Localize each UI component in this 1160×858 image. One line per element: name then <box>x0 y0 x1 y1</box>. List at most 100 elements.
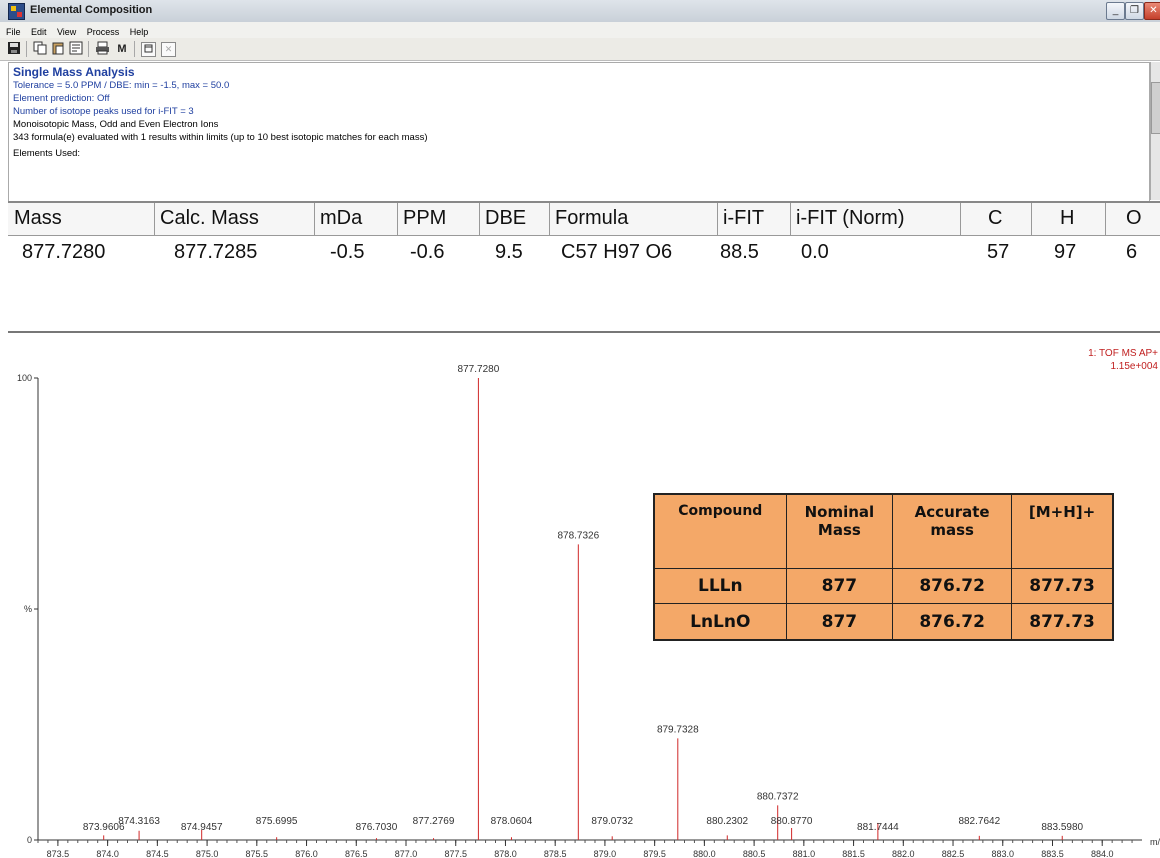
col-header-o[interactable]: O <box>1126 207 1142 230</box>
col-header-calc-mass[interactable]: Calc. Mass <box>160 207 259 230</box>
results-table: Mass Calc. Mass mDa PPM DBE Formula i-FI… <box>8 201 1160 333</box>
restore-button[interactable]: ❐ <box>1125 2 1144 20</box>
close-button[interactable]: ✕ <box>1144 2 1160 20</box>
cell-formula[interactable]: C57 H97 O6 <box>561 241 672 264</box>
menu-file[interactable]: File <box>6 27 21 37</box>
cell-ppm[interactable]: -0.6 <box>410 241 444 264</box>
peak-label: 879.0732 <box>591 816 633 827</box>
elements-used-line: Elements Used: <box>13 148 81 159</box>
x-tick-label: 884.0 <box>1091 849 1114 858</box>
y-tick-label: % <box>24 604 32 614</box>
x-tick-label: 874.5 <box>146 849 169 858</box>
menu-process[interactable]: Process <box>87 27 120 37</box>
x-tick-label: 875.0 <box>196 849 219 858</box>
mass-icon[interactable]: M <box>114 41 130 57</box>
nominal-mass-header: Nominal Mass <box>785 493 894 569</box>
x-tick-label: 881.5 <box>842 849 865 858</box>
y-tick-label: 0 <box>27 835 32 845</box>
peak-label: 880.2302 <box>706 816 748 827</box>
menu-help[interactable]: Help <box>130 27 149 37</box>
save-icon[interactable] <box>6 41 22 57</box>
window-icon[interactable] <box>141 42 156 57</box>
peak-label: 881.7444 <box>857 822 899 833</box>
x-tick-label: 880.5 <box>743 849 766 858</box>
nominal-mass: 877 <box>785 603 894 641</box>
cell-mass[interactable]: 877.7280 <box>22 241 105 264</box>
peak-label: 878.7326 <box>557 530 599 541</box>
app-icon <box>8 3 25 20</box>
x-tick-label: 881.0 <box>793 849 816 858</box>
col-header-ifit[interactable]: i-FIT <box>723 207 764 230</box>
peak-label: 877.7280 <box>458 364 500 375</box>
col-header-ifit-norm[interactable]: i-FIT (Norm) <box>796 207 905 230</box>
col-header-h[interactable]: H <box>1060 207 1074 230</box>
menu-edit[interactable]: Edit <box>31 27 47 37</box>
col-header-mass[interactable]: Mass <box>14 207 62 230</box>
x-tick-label: 882.0 <box>892 849 915 858</box>
accurate-mass: 876.72 <box>892 567 1013 605</box>
minimize-button[interactable]: _ <box>1106 2 1125 20</box>
accurate-mass-header: Accurate mass <box>892 493 1013 569</box>
toolbar: M ✕ <box>0 38 1160 61</box>
x-tick-label: 874.0 <box>96 849 119 858</box>
col-header-formula[interactable]: Formula <box>555 207 628 230</box>
copy-icon[interactable] <box>32 41 48 57</box>
window-title: Elemental Composition <box>30 4 153 16</box>
analysis-title: Single Mass Analysis <box>13 65 135 79</box>
col-header-mda[interactable]: mDa <box>320 207 362 230</box>
cell-h[interactable]: 97 <box>1054 241 1076 264</box>
x-axis-label: m/z <box>1150 837 1160 847</box>
peak-label: 880.8770 <box>771 816 813 827</box>
compound-table: Compound Nominal Mass Accurate mass [M+H… <box>653 493 1114 641</box>
title-bar: Elemental Composition _ ❐ ✕ <box>0 0 1160 23</box>
tolerance-line: Tolerance = 5.0 PPM / DBE: min = -1.5, m… <box>13 80 230 91</box>
x-tick-label: 879.5 <box>643 849 666 858</box>
y-tick-label: 100 <box>17 373 32 383</box>
x-tick-label: 876.5 <box>345 849 368 858</box>
x-tick-label: 877.0 <box>395 849 418 858</box>
compound-name: LnLnO <box>653 603 787 641</box>
col-header-ppm[interactable]: PPM <box>403 207 446 230</box>
peak-label: 879.7328 <box>657 724 699 735</box>
info-scrollbar[interactable] <box>1150 62 1160 200</box>
peak-label: 883.5980 <box>1041 822 1083 833</box>
x-tick-label: 880.0 <box>693 849 716 858</box>
x-tick-label: 878.5 <box>544 849 567 858</box>
x-tick-label: 876.0 <box>295 849 318 858</box>
x-tick-label: 883.5 <box>1041 849 1064 858</box>
col-header-dbe[interactable]: DBE <box>485 207 526 230</box>
x-tick-label: 877.5 <box>444 849 467 858</box>
properties-icon[interactable] <box>68 41 84 57</box>
peak-label: 878.0604 <box>491 816 533 827</box>
x-tick-label: 882.5 <box>942 849 965 858</box>
peak-label: 882.7642 <box>958 816 1000 827</box>
cell-ifit-norm[interactable]: 0.0 <box>801 241 829 264</box>
peak-label: 880.7372 <box>757 791 799 802</box>
compound-row: LLLn 877 876.72 877.73 <box>653 567 1114 605</box>
cell-dbe[interactable]: 9.5 <box>495 241 523 264</box>
print-icon[interactable] <box>94 41 110 57</box>
cell-calc-mass[interactable]: 877.7285 <box>174 241 257 264</box>
x-tick-label: 883.0 <box>991 849 1014 858</box>
menu-view[interactable]: View <box>57 27 76 37</box>
compound-table-header: Compound Nominal Mass Accurate mass [M+H… <box>653 493 1114 569</box>
mh-value: 877.73 <box>1011 603 1114 641</box>
cell-ifit[interactable]: 88.5 <box>720 241 759 264</box>
compound-name: LLLn <box>653 567 787 605</box>
cell-mda[interactable]: -0.5 <box>330 241 364 264</box>
cell-c[interactable]: 57 <box>987 241 1009 264</box>
cell-o[interactable]: 6 <box>1126 241 1137 264</box>
nominal-mass: 877 <box>785 567 894 605</box>
col-header-c[interactable]: C <box>988 207 1002 230</box>
scrollbar-thumb[interactable] <box>1151 82 1160 134</box>
menu-bar: File Edit View Process Help <box>0 22 1160 38</box>
peak-label: 874.9457 <box>181 822 223 833</box>
x-tick-label: 879.0 <box>594 849 617 858</box>
ion-type-line: Monoisotopic Mass, Odd and Even Electron… <box>13 119 219 130</box>
mh-header: [M+H]+ <box>1011 493 1114 569</box>
formula-count-line: 343 formula(e) evaluated with 1 results … <box>13 132 428 143</box>
paste-icon[interactable] <box>50 41 66 57</box>
compound-row: LnLnO 877 876.72 877.73 <box>653 603 1114 641</box>
peak-label: 874.3163 <box>118 816 160 827</box>
close-doc-icon[interactable]: ✕ <box>161 42 176 57</box>
